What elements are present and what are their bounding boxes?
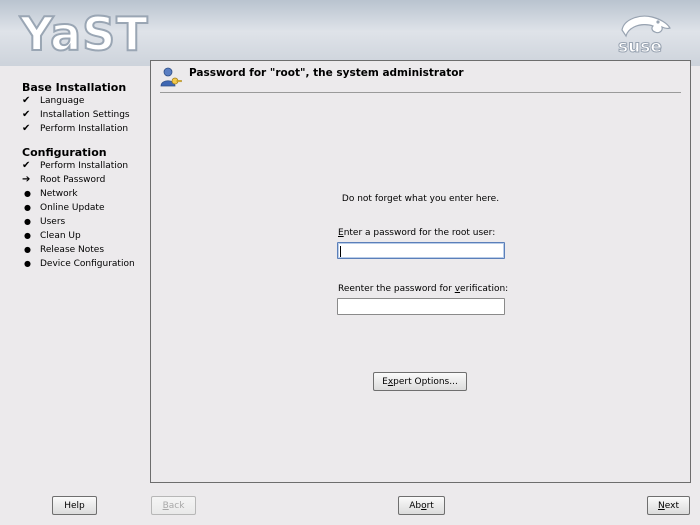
- user-key-icon: [160, 67, 182, 87]
- expert-options-button[interactable]: Expert Options...: [373, 372, 467, 391]
- suse-logo: suse: [618, 15, 671, 56]
- installation-steps-sidebar: Base Installation ✔ Language ✔ Installatio…: [0, 66, 148, 486]
- step-users: ● Users: [24, 217, 66, 227]
- bullet-icon: ●: [24, 231, 31, 240]
- verify-password-label: Reenter the password for verification:: [338, 284, 509, 294]
- step-release-notes: ● Release Notes: [24, 245, 105, 255]
- next-button[interactable]: Next: [647, 496, 690, 515]
- text-cursor: [340, 246, 341, 257]
- abort-button[interactable]: Abort: [398, 496, 445, 515]
- checkmark-icon: ✔: [22, 123, 31, 134]
- step-online-update: ● Online Update: [24, 203, 105, 213]
- svg-text:suse: suse: [618, 37, 662, 56]
- step-root-password: ➔ Root Password: [22, 174, 106, 185]
- bullet-icon: ●: [24, 217, 31, 226]
- yast-logo: YaST: [18, 6, 149, 56]
- step-network: ● Network: [24, 189, 78, 199]
- step-perform-installation: ✔ Perform Installation: [22, 123, 129, 134]
- verify-password-field[interactable]: [337, 298, 505, 315]
- bullet-icon: ●: [24, 259, 31, 268]
- step-clean-up: ● Clean Up: [24, 231, 81, 241]
- back-button[interactable]: Back: [151, 496, 196, 515]
- bullet-icon: ●: [24, 189, 31, 198]
- root-password-field[interactable]: [337, 242, 505, 259]
- bullet-icon: ●: [24, 203, 31, 212]
- section-title-configuration: Configuration: [22, 146, 107, 159]
- password-hint: Do not forget what you enter here.: [341, 194, 500, 204]
- header-banner: YaST suse: [0, 0, 700, 66]
- step-language: ✔ Language: [22, 95, 85, 106]
- step-installation-settings: ✔ Installation Settings: [22, 109, 130, 120]
- dialog-title: Password for "root", the system administ…: [189, 67, 464, 79]
- arrow-right-icon: ➔: [22, 174, 31, 185]
- checkmark-icon: ✔: [22, 160, 31, 171]
- root-password-label: Enter a password for the root user:: [338, 228, 496, 238]
- svg-text:YaST: YaST: [19, 7, 149, 56]
- section-title-base-installation: Base Installation: [22, 81, 127, 94]
- checkmark-icon: ✔: [22, 95, 31, 106]
- step-device-configuration: ● Device Configuration: [24, 259, 135, 269]
- step-perform-installation-config: ✔ Perform Installation: [22, 160, 129, 171]
- title-divider: [160, 92, 681, 93]
- checkmark-icon: ✔: [22, 109, 31, 120]
- root-password-dialog: Password for "root", the system administ…: [150, 60, 691, 483]
- help-button[interactable]: Help: [52, 496, 97, 515]
- bullet-icon: ●: [24, 245, 31, 254]
